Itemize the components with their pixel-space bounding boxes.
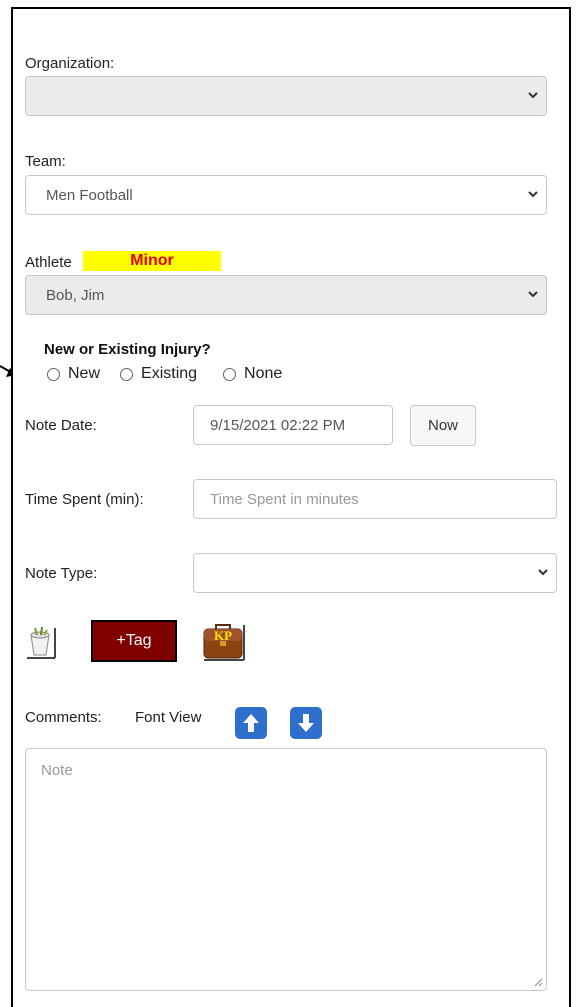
font-increase-button[interactable] xyxy=(235,707,267,739)
athlete-label: Athlete xyxy=(25,254,72,271)
font-decrease-button[interactable] xyxy=(290,707,322,739)
note-date-label: Note Date: xyxy=(25,417,97,434)
radio-none-label: None xyxy=(244,365,283,382)
radio-none[interactable] xyxy=(223,367,237,381)
resize-handle-icon[interactable] xyxy=(533,977,543,987)
athlete-value: Bob, Jim xyxy=(46,286,105,304)
team-label: Team: xyxy=(25,153,66,170)
minor-badge: Minor xyxy=(83,251,221,271)
arrow-up-icon xyxy=(243,714,259,732)
font-view-label: Font View xyxy=(135,709,202,726)
athlete-select[interactable]: Bob, Jim xyxy=(25,275,547,315)
injury-question: New or Existing Injury? xyxy=(44,341,211,358)
time-spent-input[interactable]: Time Spent in minutes xyxy=(193,479,557,519)
note-textarea[interactable]: Note xyxy=(25,748,547,991)
bucket-icon[interactable] xyxy=(25,626,57,660)
radio-existing-label: Existing xyxy=(141,365,198,382)
note-placeholder: Note xyxy=(41,762,73,779)
radio-new[interactable] xyxy=(47,367,60,381)
arrow-down-icon xyxy=(298,714,314,732)
team-value: Men Football xyxy=(46,186,133,204)
organization-select[interactable] xyxy=(25,76,547,116)
radio-new-label: New xyxy=(68,365,101,382)
time-spent-label: Time Spent (min): xyxy=(25,491,144,508)
now-button[interactable]: Now xyxy=(410,405,476,446)
kp-label: KP xyxy=(214,628,232,643)
comments-label: Comments: xyxy=(25,709,102,726)
add-tag-button[interactable]: +Tag xyxy=(91,620,177,662)
note-date-value: 9/15/2021 02:22 PM xyxy=(210,416,346,434)
time-spent-placeholder: Time Spent in minutes xyxy=(210,490,359,508)
organization-label: Organization: xyxy=(25,55,115,72)
injury-radio-group: New Existing None xyxy=(47,365,282,383)
chevron-down-icon xyxy=(528,191,538,198)
briefcase-kp-icon[interactable]: KP xyxy=(202,623,246,661)
chevron-down-icon xyxy=(528,92,538,99)
note-type-label: Note Type: xyxy=(25,565,98,582)
team-select[interactable]: Men Football xyxy=(25,175,547,215)
chevron-down-icon xyxy=(538,569,548,576)
note-type-select[interactable] xyxy=(193,553,557,593)
chevron-down-icon xyxy=(528,291,538,298)
note-date-input[interactable]: 9/15/2021 02:22 PM xyxy=(193,405,393,445)
radio-existing[interactable] xyxy=(120,367,134,381)
